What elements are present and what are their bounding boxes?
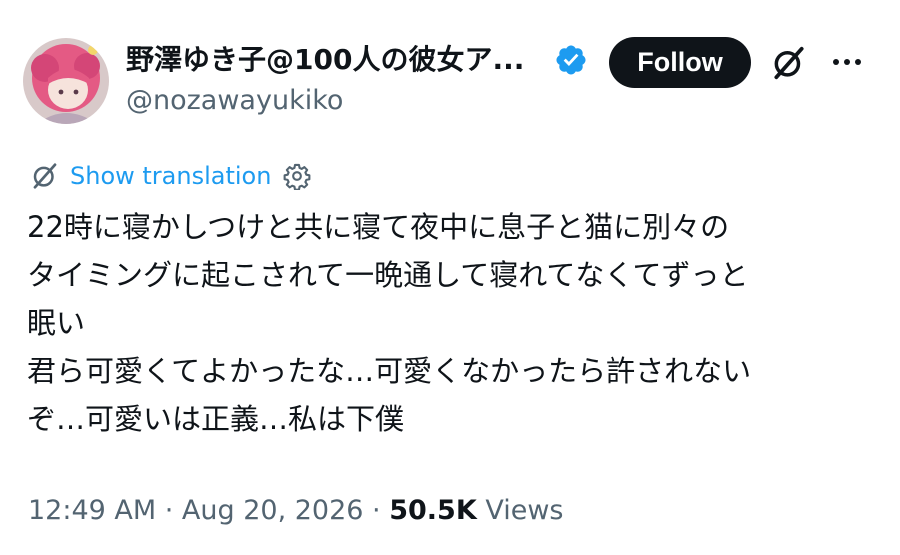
tweet-text-line: 22時に寝かしつけと共に寝て夜中に息子と猫に別々の — [27, 210, 730, 244]
author-handle[interactable]: @nozawayukiko — [126, 83, 343, 119]
grok-icon[interactable] — [770, 44, 808, 82]
more-dots-icon[interactable] — [830, 50, 864, 74]
tweet-time[interactable]: 12:49 AM — [28, 495, 156, 526]
meta-separator: · — [156, 495, 182, 526]
views-label: Views — [476, 495, 564, 526]
translation-row: Show translation — [30, 159, 311, 193]
tweet-card: 野澤ゆき子@100人の彼女ア... @nozawayukiko Follow S… — [0, 0, 900, 555]
follow-button[interactable]: Follow — [609, 37, 751, 88]
verified-badge-icon — [556, 45, 586, 75]
tweet-text-line: ぞ…可愛いは正義…私は下僕 — [27, 402, 405, 436]
tweet-date[interactable]: Aug 20, 2026 — [182, 495, 364, 526]
grok-icon — [33, 163, 57, 189]
tweet-text-line: 君ら可愛くてよかったな…可愛くなかったら許されない — [27, 354, 752, 388]
views-count[interactable]: 50.5K — [389, 495, 477, 526]
tweet-text: 22時に寝かしつけと共に寝て夜中に息子と猫に別々の タイミングに起こされて一晩通… — [27, 203, 887, 443]
tweet-text-line: タイミングに起こされて一晩通して寝れてなくてずっと — [27, 258, 749, 292]
avatar[interactable] — [23, 38, 109, 124]
tweet-meta: 12:49 AM · Aug 20, 2026 · 50.5K Views — [28, 489, 564, 533]
tweet-text-line: 眠い — [27, 306, 86, 340]
show-translation-link[interactable]: Show translation — [70, 162, 271, 190]
meta-separator: · — [363, 495, 390, 526]
author-display-name[interactable]: 野澤ゆき子@100人の彼女ア... — [126, 40, 524, 80]
gear-icon[interactable] — [283, 162, 311, 190]
